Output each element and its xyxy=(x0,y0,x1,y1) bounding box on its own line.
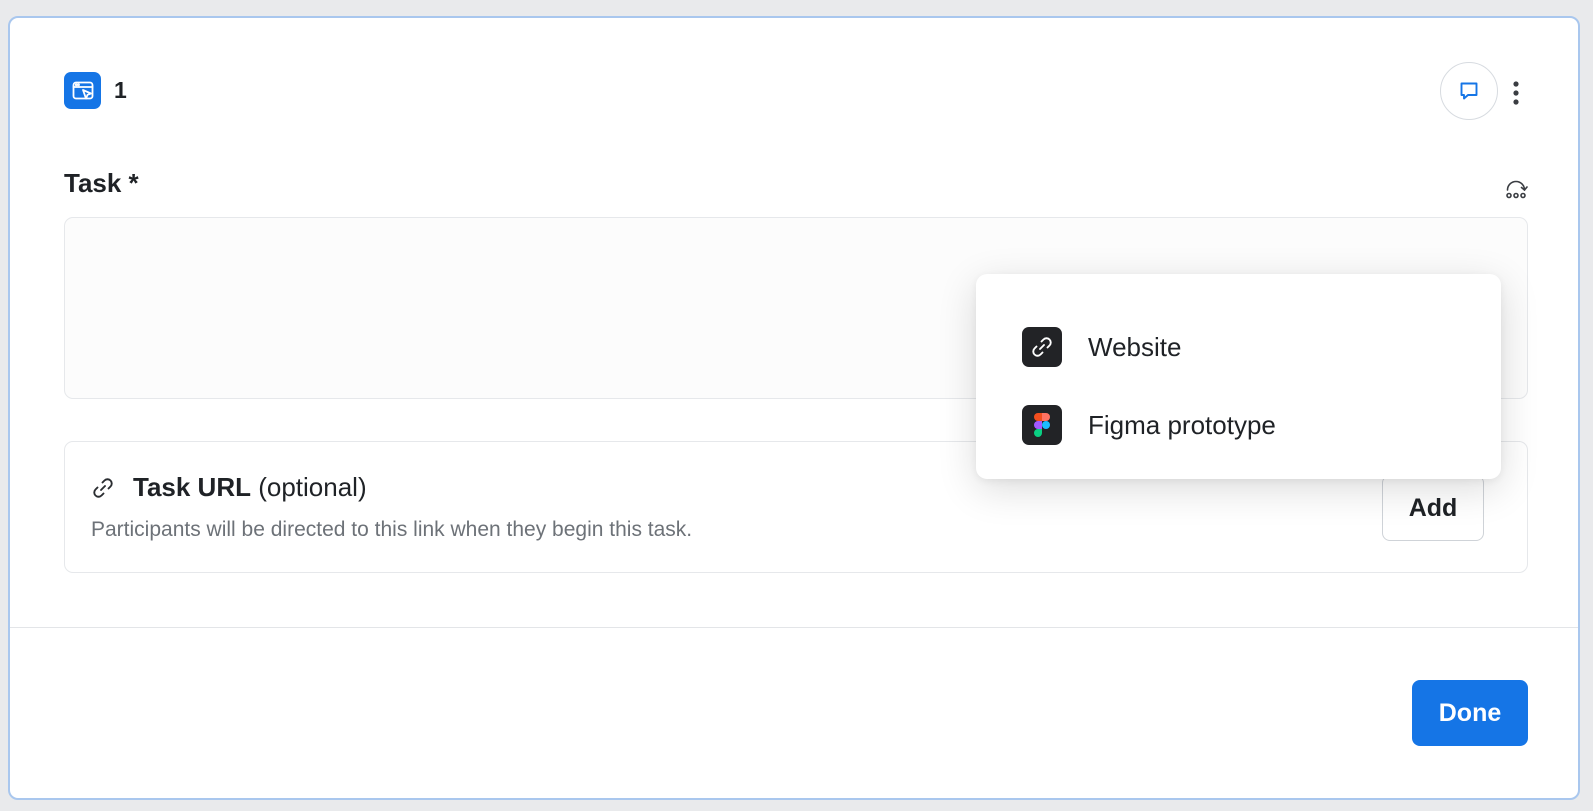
task-block-card: 1 Task * Task URL (optional) Participant… xyxy=(8,16,1580,800)
done-button[interactable]: Done xyxy=(1412,680,1528,746)
task-url-title: Task URL (optional) xyxy=(133,472,367,502)
more-vertical-icon xyxy=(1513,81,1519,105)
insert-variable-button[interactable] xyxy=(1502,176,1530,204)
task-label: Task * xyxy=(64,168,139,198)
comment-button[interactable] xyxy=(1440,62,1498,120)
figma-icon xyxy=(1022,405,1062,445)
menu-item-figma-prototype[interactable]: Figma prototype xyxy=(976,386,1501,464)
link-icon xyxy=(1022,327,1062,367)
menu-item-label: Website xyxy=(1088,331,1182,362)
task-url-title-row: Task URL (optional) xyxy=(91,472,367,503)
more-options-button[interactable] xyxy=(1504,78,1528,108)
task-url-type-menu: Website Figma prototype xyxy=(976,274,1501,479)
insert-variable-icon xyxy=(1506,180,1528,199)
block-number: 1 xyxy=(114,77,127,103)
link-icon xyxy=(93,477,113,498)
add-url-button[interactable]: Add xyxy=(1382,475,1484,541)
browser-cursor-icon xyxy=(64,72,101,109)
menu-item-label: Figma prototype xyxy=(1088,409,1276,440)
comment-icon xyxy=(1460,82,1478,100)
block-header: 1 xyxy=(64,72,127,109)
footer-divider xyxy=(10,627,1578,628)
task-url-description: Participants will be directed to this li… xyxy=(91,518,693,541)
menu-item-website[interactable]: Website xyxy=(976,308,1501,386)
